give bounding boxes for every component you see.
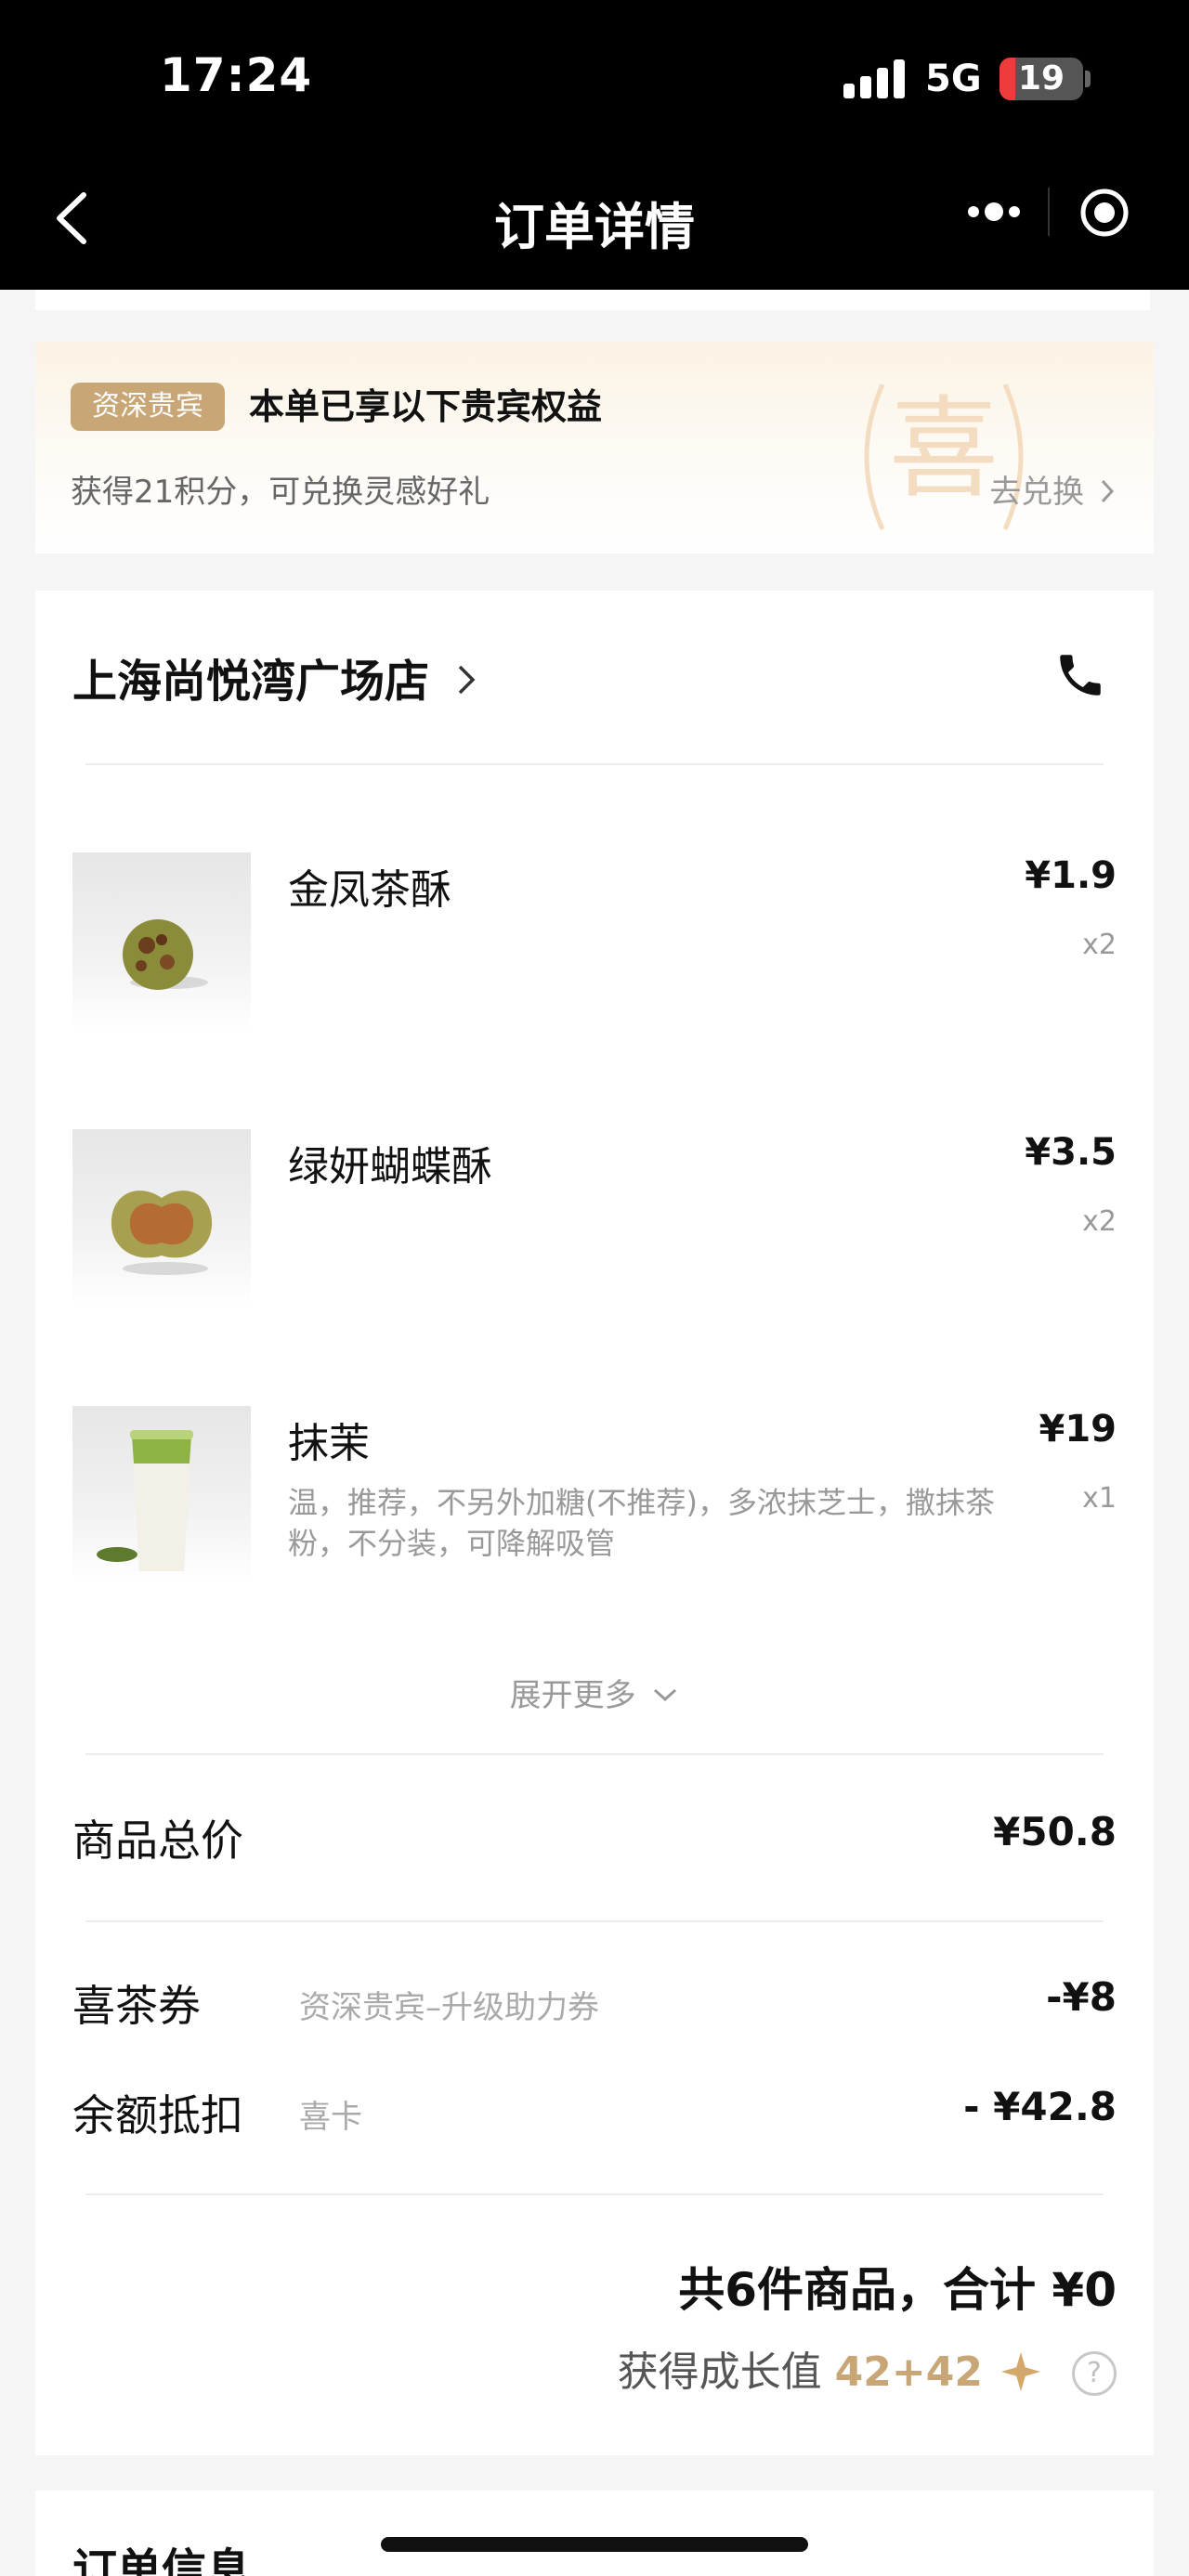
- help-icon[interactable]: ?: [1072, 2351, 1117, 2396]
- balance-value: - ¥42.8: [963, 2084, 1117, 2129]
- item-image: [72, 852, 251, 1031]
- item-price: ¥1.9: [1025, 854, 1117, 897]
- balance-description: 喜卡: [299, 2099, 362, 2136]
- coupon-label: 喜茶券: [72, 1981, 201, 2031]
- item-quantity: x2: [1082, 1205, 1117, 1238]
- more-dots-icon: [968, 202, 1020, 221]
- close-miniprogram-button[interactable]: [1079, 188, 1130, 238]
- redeem-link[interactable]: 去兑换: [989, 466, 1117, 512]
- watermark-char: 喜: [889, 384, 999, 513]
- redeem-link-label: 去兑换: [989, 474, 1085, 511]
- item-quantity: x2: [1082, 929, 1117, 961]
- divider: [85, 1753, 1104, 1755]
- mini-program-capsule: [929, 175, 1163, 249]
- chevron-right-icon: [458, 665, 476, 695]
- coupon-description: 资深贵宾–升级助力券: [299, 1989, 599, 2026]
- item-name: 绿妍蝴蝶酥: [288, 1143, 492, 1190]
- growth-label: 获得成长值: [617, 2348, 822, 2396]
- previous-card-edge: [35, 290, 1150, 310]
- coupon-value: -¥8: [1046, 1974, 1117, 2020]
- item-name: 金凤茶酥: [288, 866, 451, 914]
- pastry-image: [123, 919, 208, 990]
- vip-badge: 资深贵宾: [71, 383, 225, 431]
- battery-level: 19: [1017, 59, 1065, 98]
- subtotal-value: ¥50.8: [993, 1809, 1117, 1854]
- item-name: 抹茉: [288, 1420, 370, 1467]
- call-store-button[interactable]: [1053, 648, 1107, 702]
- expand-more-label: 展开更多: [509, 1677, 636, 1714]
- pastry-image: [111, 1190, 213, 1275]
- phone-icon: [1060, 655, 1101, 696]
- target-icon: [1080, 189, 1129, 237]
- subtotal-label: 商品总价: [72, 1815, 243, 1866]
- capsule-divider: [1048, 188, 1050, 236]
- battery-cap: [1085, 71, 1091, 87]
- top-bar: 17:24 5G 19 订单详情: [0, 0, 1189, 290]
- store-name: 上海尚悦湾广场店: [72, 656, 430, 708]
- order-card: 上海尚悦湾广场店 金凤茶酥 ¥1.9 x2 绿妍蝴蝶酥 ¥3.5 x2 抹茉 温…: [35, 591, 1154, 2455]
- network-type: 5G: [925, 58, 982, 100]
- balance-label: 余额抵扣: [72, 2090, 243, 2140]
- store-link[interactable]: 上海尚悦湾广场店: [72, 644, 478, 709]
- item-image: [72, 1406, 251, 1584]
- order-total: 共6件商品，合计 ¥0: [678, 2263, 1117, 2317]
- vip-benefit-card: 喜 资深贵宾 本单已享以下贵宾权益 获得21积分，可兑换灵感好礼 去兑换: [35, 342, 1154, 553]
- sparkle-icon: [1000, 2351, 1041, 2392]
- benefit-title: 本单已享以下贵宾权益: [249, 386, 603, 427]
- more-button[interactable]: [957, 175, 1031, 249]
- battery-icon: 19: [1000, 58, 1083, 100]
- expand-more-button[interactable]: 展开更多: [35, 1670, 1154, 1715]
- chevron-right-icon: [1101, 479, 1115, 503]
- order-info-card: 订单信息: [35, 2491, 1154, 2576]
- signal-icon: [843, 59, 907, 98]
- order-item: 绿妍蝴蝶酥 ¥3.5 x2: [72, 1129, 1117, 1308]
- chevron-down-icon: [654, 1688, 677, 1702]
- status-time: 17:24: [160, 48, 313, 102]
- item-price: ¥3.5: [1025, 1131, 1117, 1174]
- growth-value: 42+42: [834, 2348, 983, 2396]
- order-item: 金凤茶酥 ¥1.9 x2: [72, 852, 1117, 1031]
- order-item: 抹茉 温，推荐，不另外加糖(不推荐)，多浓抹芝士，撒抹茶粉，不分装，可降解吸管 …: [72, 1406, 1117, 1584]
- brand-watermark: 喜: [864, 384, 1024, 530]
- drink-image: [97, 1430, 193, 1571]
- item-image: [72, 1129, 251, 1308]
- divider: [85, 2193, 1104, 2195]
- divider: [85, 763, 1104, 765]
- item-options: 温，推荐，不另外加糖(不推荐)，多浓抹芝士，撒抹茶粉，不分装，可降解吸管: [288, 1485, 995, 1561]
- benefit-subtitle: 获得21积分，可兑换灵感好礼: [71, 474, 490, 511]
- item-price: ¥19: [1039, 1408, 1117, 1451]
- item-quantity: x1: [1082, 1482, 1117, 1515]
- home-indicator[interactable]: [381, 2537, 808, 2552]
- divider: [85, 1920, 1104, 1922]
- order-info-title: 订单信息: [72, 2544, 252, 2576]
- growth-points: 获得成长值 42+42 ?: [617, 2338, 1117, 2396]
